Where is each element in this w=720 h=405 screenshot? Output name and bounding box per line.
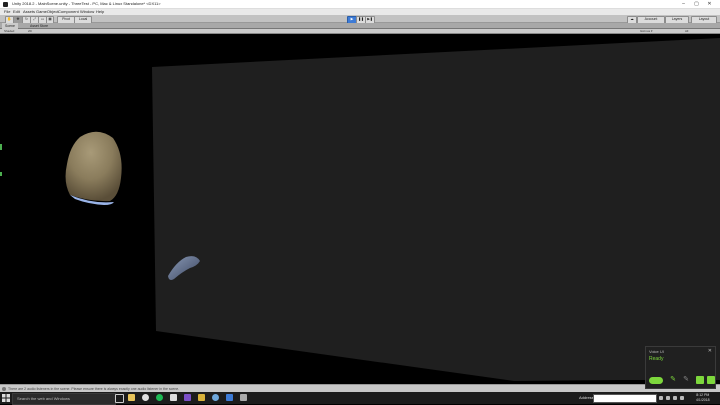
edit-icon[interactable]: ✎ <box>682 376 690 384</box>
windows-start-icon[interactable] <box>2 394 10 402</box>
avatar-head[interactable] <box>65 131 122 205</box>
status-bar: There are 2 audio listeners in the scene… <box>0 384 720 392</box>
task-view-icon[interactable] <box>115 394 124 403</box>
listening-toggle[interactable] <box>649 377 663 384</box>
unity-logo-icon <box>3 2 8 7</box>
keyboard-icon[interactable] <box>696 376 704 384</box>
backdrop-plane <box>152 38 720 381</box>
info-icon <box>2 387 6 391</box>
windows-taskbar: Search the web and Windows Address 8:12 … <box>0 392 720 405</box>
app-icon[interactable] <box>226 394 233 401</box>
voice-notification: Voice UI ✕ Ready ✎ ✎ <box>645 346 716 389</box>
settings-icon[interactable] <box>707 376 715 384</box>
app-icon[interactable] <box>198 394 205 401</box>
address-label: Address <box>579 395 594 400</box>
notification-icon[interactable] <box>680 396 684 400</box>
volume-icon[interactable] <box>673 396 677 400</box>
main-toolbar: ✋ ✥ ↻ ⤢ ▭ ▦ Pivot Local ▶ ❚❚ ▶❚ ☁ Accoun… <box>0 15 720 24</box>
network-icon[interactable] <box>666 396 670 400</box>
tray-icon[interactable] <box>659 396 663 400</box>
clock-date: 4/1/2018 <box>696 398 710 402</box>
window-title: Unity 2018.2 - MainScene.unity - ThreeTe… <box>12 1 161 6</box>
app-icon[interactable] <box>212 394 219 401</box>
maximize-button[interactable]: ▢ <box>690 0 703 9</box>
voice-status: Ready <box>649 356 664 362</box>
voice-header: Voice UI <box>649 349 664 354</box>
minimize-button[interactable]: – <box>677 0 690 9</box>
left-edge-marker <box>0 144 2 150</box>
address-input[interactable] <box>593 394 657 403</box>
spotify-icon[interactable] <box>156 394 163 401</box>
app-icon[interactable] <box>240 394 247 401</box>
title-bar: Unity 2018.2 - MainScene.unity - ThreeTe… <box>0 0 720 9</box>
close-button[interactable]: ✕ <box>703 0 716 9</box>
pen-icon[interactable]: ✎ <box>669 376 677 384</box>
chrome-icon[interactable] <box>142 394 149 401</box>
close-icon[interactable]: ✕ <box>708 348 712 354</box>
left-edge-marker <box>0 172 2 176</box>
scene-viewport[interactable] <box>0 34 720 384</box>
unity-icon[interactable] <box>170 394 177 401</box>
file-explorer-icon[interactable] <box>128 394 135 401</box>
taskbar-clock[interactable]: 8:12 PM 4/1/2018 <box>696 393 710 403</box>
taskbar-search-input[interactable]: Search the web and Windows <box>12 393 116 405</box>
visual-studio-icon[interactable] <box>184 394 191 401</box>
scene-canvas <box>65 38 720 381</box>
